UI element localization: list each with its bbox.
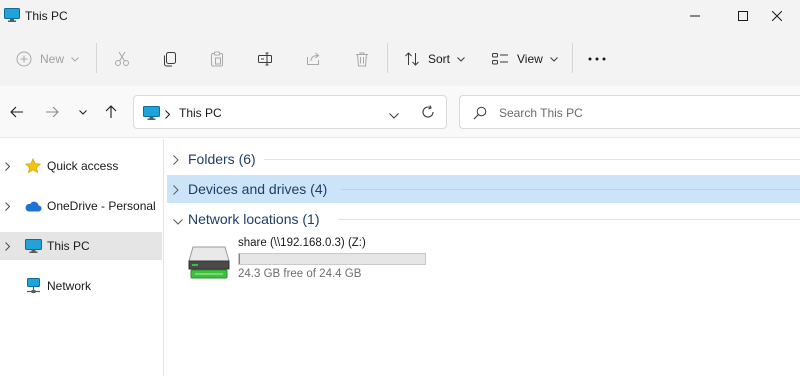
drive-name: share (\\192.168.0.3) (Z:) [238,237,366,249]
more-options-button[interactable] [588,45,606,73]
address-history-button[interactable] [389,108,399,122]
arrow-left-icon [10,106,23,118]
window-title: This PC [25,9,68,23]
title-bar: This PC [0,0,800,32]
sidebar-item-label: OneDrive - Personal [47,199,156,213]
navigation-pane: Quick access OneDrive - Personal This PC… [0,139,164,376]
rename-button[interactable] [257,45,273,73]
copy-button[interactable] [162,45,178,73]
search-input[interactable] [499,104,779,122]
computer-icon [4,8,20,22]
star-icon [24,158,42,174]
sort-label: Sort [428,52,451,66]
plus-circle-icon [16,51,32,67]
cut-button[interactable] [114,45,130,73]
arrow-right-icon [46,106,59,118]
group-label: Folders (6) [188,151,256,167]
chevron-down-icon [457,56,465,62]
recent-locations-button[interactable] [73,102,93,122]
sidebar-item-onedrive[interactable]: OneDrive - Personal [0,192,162,220]
drive-free-space: 24.3 GB free of 24.4 GB [238,268,362,280]
sidebar-item-network[interactable]: Network [0,272,162,300]
content-pane: Folders (6) Devices and drives (4) Netwo… [165,139,800,376]
chevron-right-icon[interactable] [5,160,11,174]
chevron-right-icon [173,154,179,168]
search-box[interactable] [459,95,800,129]
view-button[interactable]: View [492,45,558,73]
view-label: View [517,52,543,66]
chevron-right-icon[interactable] [5,240,11,254]
toolbar-separator [96,43,97,73]
chevron-down-icon [173,214,183,228]
network-drive-item[interactable]: share (\\192.168.0.3) (Z:) 24.3 GB free … [185,235,445,287]
close-icon [772,11,782,21]
chevron-down-icon [79,109,87,115]
delete-button[interactable] [354,45,370,73]
trash-icon [356,52,368,67]
group-header-network-locations[interactable]: Network locations (1) [167,205,800,233]
paste-button[interactable] [209,45,225,73]
refresh-icon [422,105,434,118]
view-icon [492,53,508,65]
group-header-folders[interactable]: Folders (6) [167,145,800,173]
chevron-down-icon [549,56,558,62]
command-bar: New Sort View [0,32,800,86]
minimize-button[interactable] [672,0,718,32]
new-button[interactable]: New [16,45,79,73]
more-icon [588,57,606,61]
group-divider [338,219,800,220]
toolbar-separator [572,43,573,73]
close-button[interactable] [754,0,800,32]
up-button[interactable] [101,102,121,122]
chevron-right-icon[interactable] [5,200,11,214]
scissors-icon [115,51,129,66]
computer-icon [143,106,160,123]
toolbar-separator [387,43,388,73]
chevron-right-icon [173,184,179,198]
sidebar-item-label: Network [47,279,92,293]
sort-button[interactable]: Sort [404,45,465,73]
network-drive-icon [187,245,231,282]
chevron-down-icon [71,56,79,62]
cloud-icon [24,198,42,214]
sidebar-item-quick-access[interactable]: Quick access [0,152,162,180]
chevron-right-icon[interactable] [165,108,171,122]
chevron-down-icon [389,113,399,119]
arrow-up-icon [105,105,117,118]
rename-icon [258,52,272,66]
sort-icon [405,52,419,66]
new-label: New [40,52,65,66]
computer-icon [24,238,42,254]
sidebar-item-label: Quick access [47,159,119,173]
breadcrumb-this-pc[interactable]: This PC [179,106,222,120]
sidebar-item-this-pc[interactable]: This PC [0,232,162,260]
minimize-icon [690,15,700,17]
refresh-button[interactable] [421,105,435,122]
back-button[interactable] [7,102,27,122]
drive-usage-fill [239,254,240,264]
forward-button[interactable] [42,102,62,122]
group-header-devices-and-drives[interactable]: Devices and drives (4) [167,175,800,203]
paste-icon [211,51,223,67]
sidebar-item-label: This PC [47,239,90,253]
address-row: This PC [0,86,800,138]
address-bar[interactable]: This PC [133,95,447,129]
maximize-icon [738,11,748,21]
share-icon [307,52,320,65]
network-icon [24,278,42,294]
search-icon [473,106,487,123]
group-divider [264,159,800,160]
share-button[interactable] [305,45,321,73]
copy-icon [164,52,176,67]
group-label: Devices and drives (4) [188,181,328,197]
group-divider [341,189,800,190]
drive-usage-bar [238,253,426,265]
group-label: Network locations (1) [188,211,320,227]
